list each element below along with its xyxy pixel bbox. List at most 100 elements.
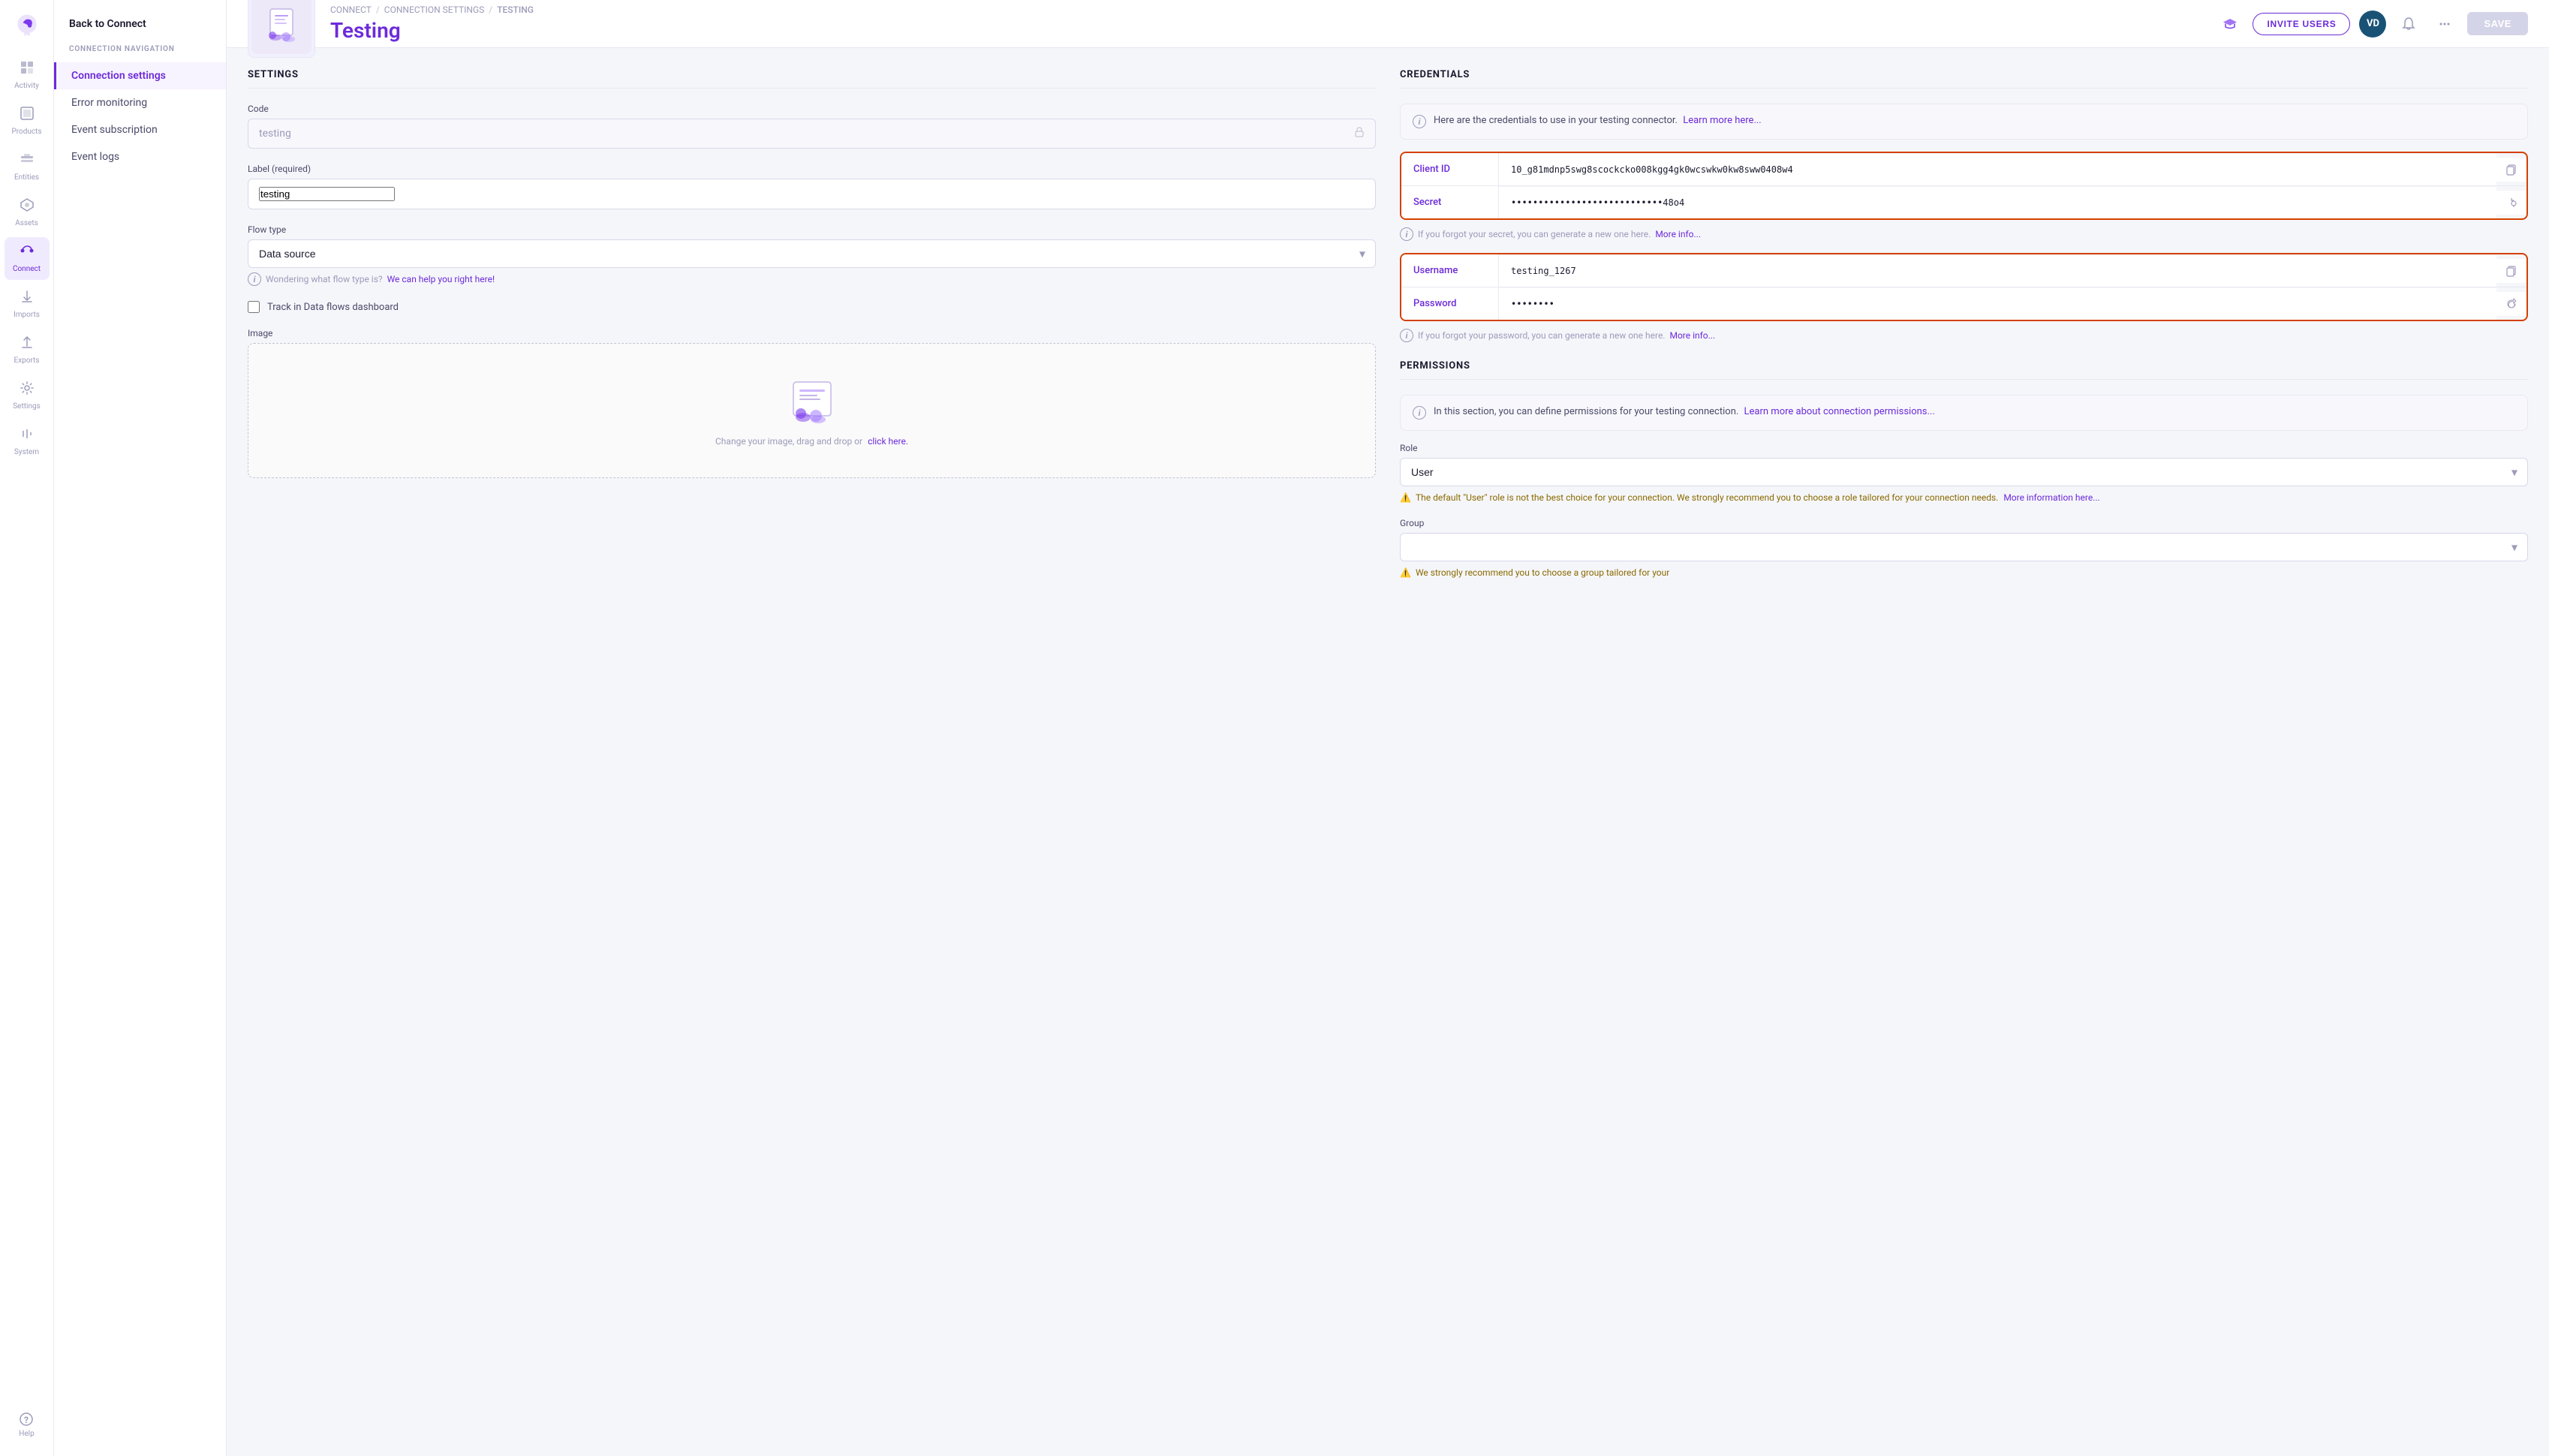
exports-icon [20,335,35,353]
nav-section-label: CONNECTION NAVIGATION [54,45,226,62]
role-more-info-link[interactable]: More information here... [2003,492,2099,503]
group-warning-text: We strongly recommend you to choose a gr… [1416,567,1669,578]
group-field-group: Group ▾ ⚠️ We strongly recommend you to … [1400,518,2528,578]
invite-users-button[interactable]: INVITE USERS [2253,13,2350,35]
more-options-button[interactable] [2431,11,2458,38]
system-icon [20,426,35,445]
image-field-group: Image Change your image, drag and drop o… [248,328,1376,478]
activity-icon [20,60,35,79]
settings-icon [20,381,35,399]
permissions-section-title: PERMISSIONS [1400,360,2528,380]
nav-link-event-logs[interactable]: Event logs [54,143,226,170]
breadcrumb-sep-2: / [489,5,492,15]
group-select[interactable] [1400,533,2528,561]
perm-learn-more-link[interactable]: Learn more about connection permissions.… [1744,406,1935,417]
topbar: CONNECT / CONNECTION SETTINGS / TESTING … [227,0,2549,48]
sidebar-item-label: Activity [14,82,39,91]
sidebar-item-imports[interactable]: Imports [5,283,50,326]
track-checkbox-row: Track in Data flows dashboard [248,301,1376,313]
flow-type-select[interactable]: Data source Data destination Bidirection… [248,239,1376,268]
flow-help-text: Wondering what flow type is? [266,274,383,284]
username-copy-button[interactable] [2496,259,2526,283]
label-field-label: Label (required) [248,164,1376,174]
assets-icon [20,197,35,216]
client-secret-table: Client ID 10_g81mdnp5swg8scockcko008kgg4… [1400,152,2528,220]
imports-icon [20,289,35,308]
back-to-connect[interactable]: Back to Connect [54,18,226,45]
track-checkbox[interactable] [248,301,260,313]
role-warning-text: The default "User" role is not the best … [1416,492,2100,503]
sidebar-item-activity[interactable]: Activity [5,54,50,97]
image-label: Image [248,328,1376,338]
sidebar-item-connect[interactable]: Connect [5,237,50,280]
breadcrumb: CONNECT / CONNECTION SETTINGS / TESTING [330,5,534,15]
client-id-label: Client ID [1401,153,1499,185]
credentials-section: CREDENTIALS i Here are the credentials t… [1400,69,2528,342]
code-field: testing [248,119,1376,149]
cred-info-icon: i [1413,115,1426,128]
secret-row: Secret ••••••••••••••••••••••••••••48o4 [1401,186,2526,218]
group-warning: ⚠️ We strongly recommend you to choose a… [1400,567,2528,578]
role-select[interactable]: User Admin Read-only [1400,458,2528,486]
nav-link-error-monitoring[interactable]: Error monitoring [54,89,226,116]
upload-text: Change your image, drag and drop or clic… [715,436,908,447]
group-warning-icon: ⚠️ [1400,567,1411,578]
username-row: Username testing_1267 [1401,254,2526,287]
secret-more-info-link[interactable]: More info... [1655,229,1701,239]
breadcrumb-connect: CONNECT [330,5,372,15]
products-icon [20,106,35,125]
sidebar-item-assets[interactable]: Assets [5,191,50,234]
label-input[interactable] [259,187,395,201]
user-avatar[interactable]: VD [2359,11,2386,38]
username-value: testing_1267 [1499,255,2496,287]
code-field-group: Code testing [248,104,1376,149]
sidebar-item-settings[interactable]: Settings [5,375,50,417]
secret-note-icon: i [1400,227,1413,241]
client-id-copy-button[interactable] [2496,158,2526,182]
client-id-row: Client ID 10_g81mdnp5swg8scockcko008kgg4… [1401,153,2526,186]
flow-help-link[interactable]: We can help you right here! [387,274,495,284]
perm-info-text: In this section, you can define permissi… [1434,406,1935,417]
credentials-info-box: i Here are the credentials to use in you… [1400,104,2528,140]
nav-link-connection-settings[interactable]: Connection settings [54,62,226,89]
sidebar-item-products[interactable]: Products [5,100,50,143]
app-logo[interactable] [14,12,41,39]
save-button[interactable]: SAVE [2467,12,2528,35]
code-value: testing [259,128,291,140]
page-title: Testing [330,18,534,43]
lock-icon [1354,127,1365,140]
invite-label: INVITE USERS [2267,19,2336,29]
password-value: •••••••• [1499,288,2496,320]
password-note: i If you forgot your password, you can g… [1400,329,2528,342]
upload-link[interactable]: click here. [868,436,908,447]
settings-panel: SETTINGS Code testing Label (required) [248,69,1376,1435]
secret-copy-button[interactable] [2496,191,2526,215]
notification-bell-button[interactable] [2395,11,2422,38]
sidebar-item-system[interactable]: System [5,420,50,463]
image-upload-area[interactable]: Change your image, drag and drop or clic… [248,343,1376,478]
flow-type-field-group: Flow type Data source Data destination B… [248,224,1376,286]
right-panel: CREDENTIALS i Here are the credentials t… [1400,69,2528,1435]
graduation-icon-btn[interactable] [2216,11,2244,38]
sidebar-item-label: Assets [15,219,38,228]
help-button[interactable]: ? Help [16,1406,37,1444]
breadcrumb-current: TESTING [497,5,534,15]
permissions-section: PERMISSIONS i In this section, you can d… [1400,360,2528,578]
sidebar-item-label: System [14,448,39,457]
password-more-info-link[interactable]: More info... [1669,330,1715,341]
sidebar-item-entities[interactable]: Entities [5,146,50,188]
label-field[interactable] [248,179,1376,209]
track-checkbox-label[interactable]: Track in Data flows dashboard [267,302,399,313]
sidebar-item-label: Entities [14,173,39,182]
password-refresh-button[interactable] [2496,292,2526,316]
sidebar-item-label: Products [11,128,41,137]
main-area: CONNECT / CONNECTION SETTINGS / TESTING … [227,0,2549,1456]
nav-link-event-subscription[interactable]: Event subscription [54,116,226,143]
role-field-group: Role User Admin Read-only ▾ ⚠️ The defau… [1400,443,2528,503]
flow-type-label: Flow type [248,224,1376,235]
username-password-table: Username testing_1267 Password •••••••• [1400,253,2528,321]
warning-triangle-icon: ⚠️ [1400,492,1411,503]
sidebar-item-exports[interactable]: Exports [5,329,50,372]
password-row: Password •••••••• [1401,287,2526,320]
cred-learn-more-link[interactable]: Learn more here... [1683,115,1762,126]
